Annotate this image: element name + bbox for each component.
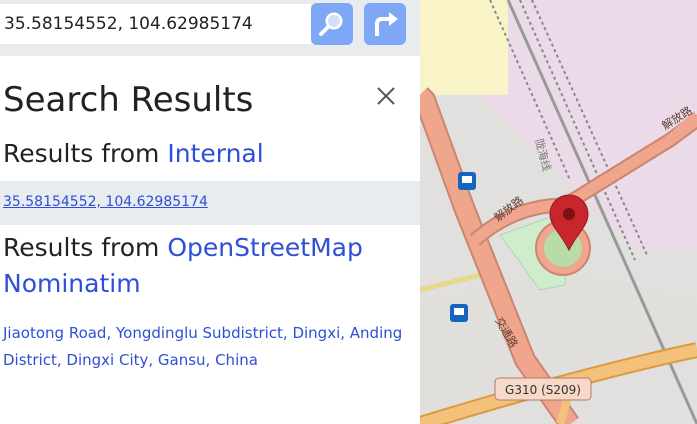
map-canvas: 解放路 交通路 陇海线 解放路 G310 (S209) (420, 0, 697, 424)
road-shield: G310 (S209) (494, 377, 592, 401)
directions-button[interactable] (364, 3, 406, 45)
close-button[interactable] (374, 84, 398, 108)
internal-result-row: 35.58154552, 104.62985174 (0, 181, 420, 225)
osm-results-heading: Results from OpenStreetMap Nominatim (3, 230, 413, 302)
search-input[interactable] (0, 4, 311, 44)
school-area (420, 0, 508, 95)
bus-stop-icon (458, 172, 476, 190)
bus-stop-icon (450, 304, 468, 322)
minor-road (420, 272, 481, 293)
sidebar: Search Results Results from Internal 35.… (0, 0, 420, 424)
internal-result-link[interactable]: 35.58154552, 104.62985174 (3, 194, 208, 210)
heading-prefix: Results from (3, 233, 168, 262)
internal-results-heading: Results from Internal (3, 136, 264, 172)
osm-result-link[interactable]: Jiaotong Road, Yongdinglu Subdistrict, D… (3, 320, 403, 374)
search-bar (0, 0, 420, 56)
close-icon (377, 87, 395, 105)
internal-source-link[interactable]: Internal (167, 139, 263, 168)
magnifier-icon (319, 12, 343, 36)
map-view[interactable]: 解放路 交通路 陇海线 解放路 G310 (S209) (420, 0, 697, 424)
search-button[interactable] (311, 3, 353, 45)
heading-prefix: Results from (3, 139, 168, 168)
directions-arrow-icon (375, 12, 398, 36)
svg-text:G310 (S209): G310 (S209) (505, 383, 581, 397)
page-title: Search Results (3, 80, 254, 120)
